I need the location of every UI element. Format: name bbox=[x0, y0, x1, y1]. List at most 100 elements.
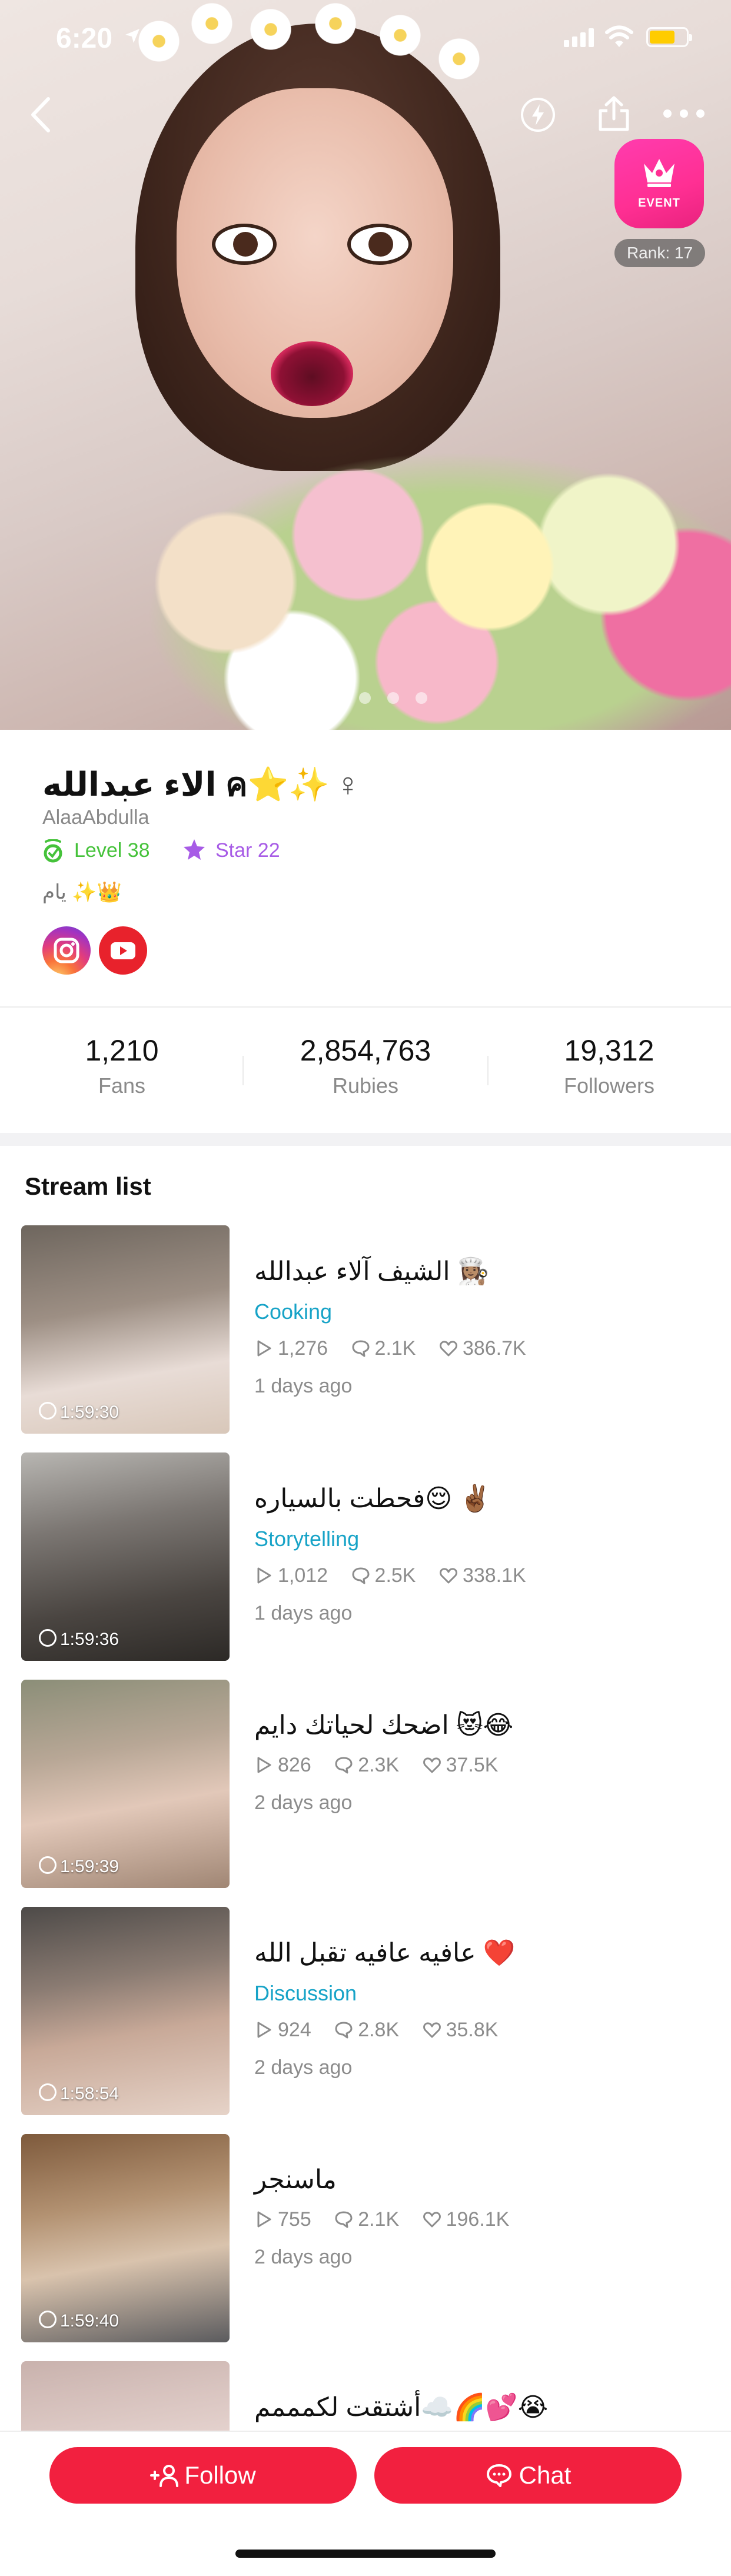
stream-meta: 755 2.1K 196.1K bbox=[254, 2208, 527, 2231]
carousel-dot[interactable] bbox=[416, 692, 427, 704]
stream-thumbnail[interactable]: 1:58:54 bbox=[21, 1907, 230, 2115]
stat-followers[interactable]: 19,312 Followers bbox=[487, 1033, 731, 1098]
level-text: Level 38 bbox=[74, 839, 150, 862]
chat-label: Chat bbox=[519, 2461, 571, 2489]
follow-label: Follow bbox=[184, 2461, 256, 2489]
stat-fans[interactable]: 1,210 Fans bbox=[0, 1033, 244, 1098]
stream-meta: 924 2.8K 35.8K bbox=[254, 2019, 516, 2042]
carousel-dot[interactable] bbox=[359, 692, 371, 704]
boost-icon[interactable] bbox=[519, 96, 557, 134]
stream-title: عافيه عافيه تقبل الله ❤️ bbox=[254, 1939, 516, 1967]
play-count: 826 bbox=[278, 1754, 311, 1776]
profile-header: الاء عبدالله ค⭐✨ ♀ AlaaAbdulla Level 38 S… bbox=[0, 730, 731, 1006]
stream-item[interactable]: أشتقت لكمممم☁️🌈💕😭 bbox=[0, 2361, 731, 2431]
play-icon bbox=[257, 2211, 271, 2228]
photo-mouth bbox=[271, 341, 353, 406]
comment-count: 2.5K bbox=[374, 1564, 416, 1587]
comment-count: 2.3K bbox=[358, 1754, 400, 1776]
stream-title: ماسنجر bbox=[254, 2165, 337, 2194]
chat-button[interactable]: Chat bbox=[374, 2447, 682, 2504]
stream-title: اضحك لحياتك دايم 😻😂 bbox=[254, 1711, 514, 1740]
like-count: 37.5K bbox=[446, 1754, 499, 1776]
status-time: 6:20 bbox=[56, 23, 113, 54]
stream-item[interactable]: 1:59:40 ماسنجر 755 2.1K 196.1K 2 days ag… bbox=[0, 2134, 731, 2361]
event-badge[interactable]: EVENT bbox=[614, 139, 704, 228]
like-count: 338.1K bbox=[462, 1564, 526, 1587]
carousel-dot[interactable] bbox=[387, 692, 399, 704]
stats-bar: 1,210 Fans 2,854,763 Rubies 19,312 Follo… bbox=[0, 1006, 731, 1133]
stream-thumbnail[interactable]: 1:59:30 bbox=[21, 1225, 230, 1434]
stream-title: فحطت بالسياره😌 ✌🏾 bbox=[254, 1484, 492, 1513]
stream-duration: 1:58:54 bbox=[39, 2083, 119, 2104]
location-arrow-icon bbox=[125, 29, 139, 43]
stream-item[interactable]: 1:58:54 عافيه عافيه تقبل الله ❤️ Discuss… bbox=[0, 1907, 731, 2134]
stream-thumbnail[interactable]: 1:59:40 bbox=[21, 2134, 230, 2342]
profile-name-text: الاء عبدالله ค⭐✨ bbox=[42, 766, 330, 803]
play-icon bbox=[257, 1757, 271, 1773]
fans-count: 1,210 bbox=[85, 1034, 159, 1067]
play-icon bbox=[257, 1567, 271, 1584]
star-icon bbox=[184, 839, 205, 860]
cellular-signal-icon bbox=[564, 28, 594, 47]
stream-meta: 826 2.3K 37.5K bbox=[254, 1754, 516, 1777]
carousel-dot[interactable] bbox=[331, 692, 343, 704]
stat-rubies[interactable]: 2,854,763 Rubies bbox=[244, 1033, 487, 1098]
stream-category[interactable]: Discussion bbox=[254, 1981, 357, 2006]
rubies-label: Rubies bbox=[332, 1073, 399, 1098]
stream-time-ago: 1 days ago bbox=[254, 1375, 353, 1397]
comment-icon bbox=[352, 1340, 370, 1357]
youtube-icon[interactable] bbox=[99, 926, 147, 975]
star-text: Star 22 bbox=[215, 839, 280, 862]
gender-icon: ♀ bbox=[335, 766, 361, 803]
fans-label: Fans bbox=[98, 1073, 146, 1098]
section-divider bbox=[0, 1133, 731, 1146]
stream-title: الشيف آلاء عبدالله 👩🏽‍🍳 bbox=[254, 1257, 490, 1286]
play-count: 1,276 bbox=[278, 1337, 328, 1360]
bottom-action-bar: Follow Chat bbox=[0, 2431, 731, 2576]
chat-bubble-icon bbox=[486, 2464, 511, 2487]
stream-thumbnail[interactable]: 1:59:36 bbox=[21, 1452, 230, 1661]
instagram-icon[interactable] bbox=[42, 926, 91, 975]
follow-button[interactable]: Follow bbox=[49, 2447, 357, 2504]
stream-category[interactable]: Storytelling bbox=[254, 1527, 359, 1551]
like-count: 196.1K bbox=[446, 2208, 510, 2231]
heart-icon bbox=[439, 1341, 457, 1357]
stream-thumbnail[interactable] bbox=[21, 2361, 230, 2431]
flower-bouquet bbox=[94, 424, 731, 730]
play-icon bbox=[257, 1340, 271, 1357]
stream-thumbnail[interactable]: 1:59:39 bbox=[21, 1680, 230, 1888]
rank-pill[interactable]: Rank: 17 bbox=[614, 239, 705, 267]
play-count: 755 bbox=[278, 2208, 311, 2231]
stream-item[interactable]: 1:59:30 الشيف آلاء عبدالله 👩🏽‍🍳 Cooking … bbox=[0, 1225, 731, 1452]
profile-bio: يام ✨👑 bbox=[42, 881, 122, 903]
stream-time-ago: 2 days ago bbox=[254, 2246, 353, 2268]
stream-duration: 1:59:36 bbox=[39, 1629, 119, 1650]
crown-icon bbox=[644, 159, 674, 187]
stream-meta: 1,276 2.1K 386.7K bbox=[254, 1337, 544, 1360]
play-count: 1,012 bbox=[278, 1564, 328, 1587]
play-icon bbox=[257, 2022, 271, 2038]
followers-count: 19,312 bbox=[564, 1034, 654, 1067]
home-indicator[interactable] bbox=[235, 2550, 496, 2558]
event-label: EVENT bbox=[638, 197, 680, 210]
back-icon[interactable] bbox=[24, 94, 59, 135]
profile-photo-carousel[interactable]: 6:20 EVENT Rank: 17 bbox=[0, 0, 731, 730]
like-count: 35.8K bbox=[446, 2019, 499, 2041]
stream-title: أشتقت لكمممم☁️🌈💕😭 bbox=[254, 2393, 549, 2422]
stream-list-title: Stream list bbox=[25, 1172, 151, 1200]
stream-category[interactable]: Cooking bbox=[254, 1299, 332, 1324]
share-icon[interactable] bbox=[593, 93, 634, 134]
stream-meta: 1,012 2.5K 338.1K bbox=[254, 1564, 544, 1587]
heart-icon bbox=[439, 1568, 457, 1584]
stream-item[interactable]: 1:59:39 اضحك لحياتك دايم 😻😂 826 2.3K 37.… bbox=[0, 1680, 731, 1907]
followers-label: Followers bbox=[563, 1073, 655, 1098]
more-options-icon[interactable] bbox=[660, 105, 707, 122]
carousel-dots bbox=[303, 692, 432, 705]
add-user-icon bbox=[150, 2465, 179, 2487]
stream-item[interactable]: 1:59:36 فحطت بالسياره😌 ✌🏾 Storytelling 1… bbox=[0, 1452, 731, 1680]
carousel-dot[interactable] bbox=[303, 692, 314, 704]
stream-duration: 1:59:39 bbox=[39, 1856, 119, 1877]
battery-icon bbox=[646, 27, 692, 47]
photo-eye-right bbox=[347, 224, 412, 265]
stream-time-ago: 2 days ago bbox=[254, 2056, 353, 2079]
